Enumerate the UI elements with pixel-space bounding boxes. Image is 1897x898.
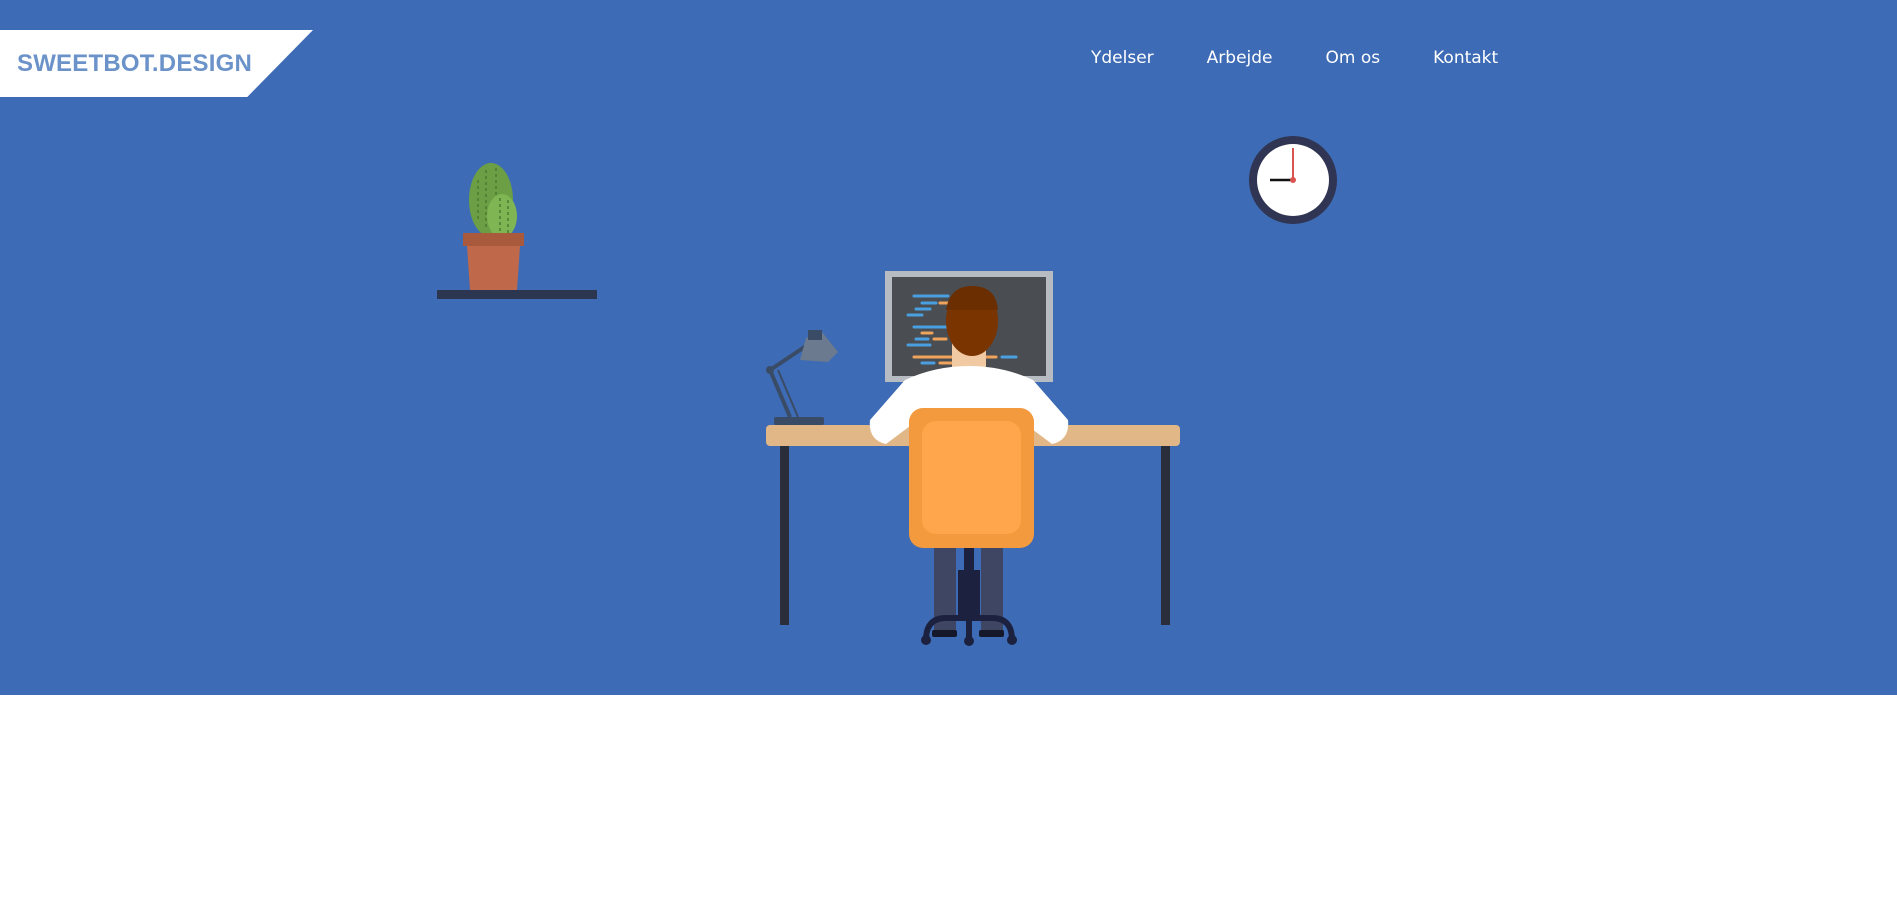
cactus-plant-icon <box>463 163 524 290</box>
hero-section: SWEETBOT.DESIGN Ydelser Arbejde Om os Ko… <box>0 0 1897 695</box>
wall-shelf <box>437 290 597 299</box>
office-chair-icon <box>909 408 1034 646</box>
wall-clock-icon <box>1249 136 1337 224</box>
office-illustration <box>437 136 1337 646</box>
desk-lamp-icon <box>766 330 838 425</box>
